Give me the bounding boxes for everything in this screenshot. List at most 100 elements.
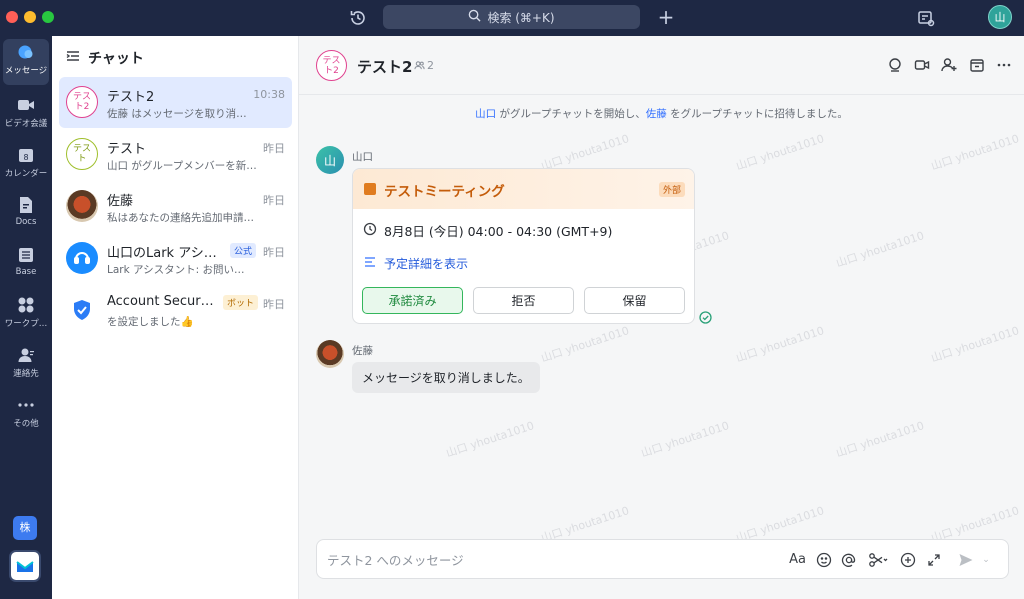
chat-item-test[interactable]: テスト テスト 昨日 山口 がグループメンバーを新… <box>59 129 292 180</box>
rail-label: Docs <box>15 217 37 227</box>
chat-title: Account Securi… <box>107 294 217 309</box>
meeting-time: 8月8日 (今日) 04:00 - 04:30 (GMT+9) <box>384 224 613 239</box>
message-composer: Aa ⌄ <box>316 539 1009 579</box>
chat-item-sato[interactable]: 佐藤 昨日 私はあなたの連絡先追加申請… <box>59 181 292 232</box>
video-call-icon[interactable] <box>914 57 930 73</box>
svg-text:8: 8 <box>23 153 28 162</box>
view-details-link[interactable]: 予定詳細を表示 <box>384 255 468 272</box>
watermark: 山口 yhouta1010 <box>734 324 826 365</box>
meeting-invite-card: テストミーティング 外部 8月8日 (今日) 04:00 - 04:30 (GM… <box>352 168 695 324</box>
expand-icon[interactable] <box>925 551 942 568</box>
decline-button[interactable]: 拒否 <box>473 287 574 314</box>
rail-item-video[interactable]: ビデオ会議 <box>0 92 52 138</box>
organization-badge[interactable]: 株 <box>13 516 37 540</box>
add-member-icon[interactable] <box>941 57 957 73</box>
collapse-sidebar-icon[interactable] <box>66 49 80 67</box>
contacts-icon <box>17 346 35 364</box>
rail-item-workplace[interactable]: ワークプ… <box>0 292 52 338</box>
clock-icon <box>363 222 377 236</box>
chat-time: 昨日 <box>263 246 285 259</box>
video-icon <box>17 96 35 114</box>
more-options-icon[interactable] <box>996 57 1012 73</box>
member-count-value: 2 <box>427 59 434 72</box>
chat-preview: 山口 がグループメンバーを新… <box>107 160 257 172</box>
card-header: テストミーティング 外部 <box>353 169 694 209</box>
add-attachment-icon[interactable] <box>899 551 916 568</box>
read-receipt-icon <box>699 311 712 324</box>
meeting-title: テストミーティング <box>384 184 505 200</box>
rail-label: その他 <box>13 419 39 429</box>
rail-label: 連絡先 <box>13 369 39 379</box>
chat-title: テスト2 <box>357 58 413 76</box>
group-avatar[interactable]: テス ト2 <box>316 50 347 81</box>
lark-app-icon[interactable] <box>9 550 41 582</box>
member-count[interactable]: 2 <box>414 59 434 72</box>
calendar-icon[interactable] <box>969 57 985 73</box>
calendar-icon: 8 <box>17 146 35 164</box>
search-icon <box>468 9 482 25</box>
task-list-icon[interactable] <box>916 8 936 28</box>
history-icon[interactable] <box>348 8 368 28</box>
chat-preview: Lark アシスタント: お問い… <box>107 264 245 276</box>
chat-time: 10:38 <box>253 88 285 101</box>
maximize-window-button[interactable] <box>42 11 54 23</box>
rail-item-docs[interactable]: Docs <box>0 192 52 238</box>
official-badge: 公式 <box>230 243 257 258</box>
chat-list-panel: チャット テス ト2 テスト2 10:38 佐藤 はメッセージを取り消… テスト … <box>52 36 299 599</box>
chat-title: テスト2 <box>107 90 155 105</box>
docs-icon <box>17 196 35 214</box>
watermark: 山口 yhouta1010 <box>834 419 926 460</box>
scissors-icon[interactable] <box>867 551 889 568</box>
rail-label: ビデオ会議 <box>4 119 48 129</box>
system-actor-link[interactable]: 山口 <box>475 108 496 120</box>
rail-item-more[interactable]: その他 <box>0 392 52 438</box>
rail-item-calendar[interactable]: 8 カレンダー <box>0 142 52 188</box>
tentative-button[interactable]: 保留 <box>584 287 685 314</box>
emoji-icon[interactable] <box>815 551 832 568</box>
watermark: 山口 yhouta1010 <box>929 132 1021 173</box>
shield-icon <box>66 294 98 326</box>
rail-label: Base <box>15 267 37 277</box>
rail-item-contacts[interactable]: 連絡先 <box>0 342 52 388</box>
message-input[interactable] <box>327 550 727 570</box>
close-window-button[interactable] <box>6 11 18 23</box>
app-nav-rail: メッセージ ビデオ会議 8 カレンダー Docs Base ワークプ… 連絡先 <box>0 36 52 599</box>
rail-label: カレンダー <box>4 169 48 179</box>
chat-item-test2[interactable]: テス ト2 テスト2 10:38 佐藤 はメッセージを取り消… <box>59 77 292 128</box>
chat-header: テス ト2 テスト2 2 <box>299 36 1024 95</box>
base-icon <box>17 246 35 264</box>
more-icon <box>17 396 35 414</box>
user-avatar-photo <box>66 190 98 222</box>
watermark: 山口 yhouta1010 <box>444 419 536 460</box>
chat-preview: 私はあなたの連絡先追加申請… <box>107 212 254 224</box>
watermark: 山口 yhouta1010 <box>834 229 926 270</box>
chat-item-account-security[interactable]: Account Securi… ボット 昨日 を設定しました👍 <box>59 285 292 336</box>
user-avatar[interactable]: 山 <box>988 5 1012 29</box>
rail-item-messages[interactable]: メッセージ <box>3 39 49 85</box>
sender-avatar[interactable]: 山 <box>316 146 344 174</box>
global-search-bar[interactable]: 検索 (⌘+K) <box>383 5 640 29</box>
chat-item-lark-assistant[interactable]: 山口のLark アシス… 公式 昨日 Lark アシスタント: お問い… <box>59 233 292 284</box>
text-format-icon[interactable]: Aa <box>789 551 806 568</box>
send-options-chevron-icon[interactable]: ⌄ <box>981 551 991 568</box>
mention-icon[interactable] <box>840 551 857 568</box>
send-icon[interactable] <box>957 551 974 568</box>
recalled-message-bubble: メッセージを取り消しました。 <box>352 362 540 393</box>
sender-name: 山口 <box>352 151 373 163</box>
group-avatar: テス ト2 <box>66 86 98 118</box>
system-text: をグループチャットに招待しました。 <box>666 108 848 120</box>
system-invitee-link[interactable]: 佐藤 <box>646 108 667 120</box>
watermark: 山口 yhouta1010 <box>734 132 826 173</box>
search-chat-icon[interactable] <box>887 57 903 73</box>
chat-title: 佐藤 <box>107 194 134 209</box>
minimize-window-button[interactable] <box>24 11 36 23</box>
message-icon <box>17 43 35 61</box>
watermark: 山口 yhouta1010 <box>539 324 631 365</box>
accepted-button[interactable]: 承諾済み <box>362 287 463 314</box>
sender-avatar-photo[interactable] <box>316 340 344 368</box>
external-tag: 外部 <box>658 182 685 197</box>
rail-item-base[interactable]: Base <box>0 242 52 288</box>
system-message: 山口 がグループチャットを開始し、佐藤 をグループチャットに招待しました。 <box>299 106 1024 121</box>
headset-icon <box>66 242 98 274</box>
create-plus-icon[interactable]: + <box>656 7 676 27</box>
